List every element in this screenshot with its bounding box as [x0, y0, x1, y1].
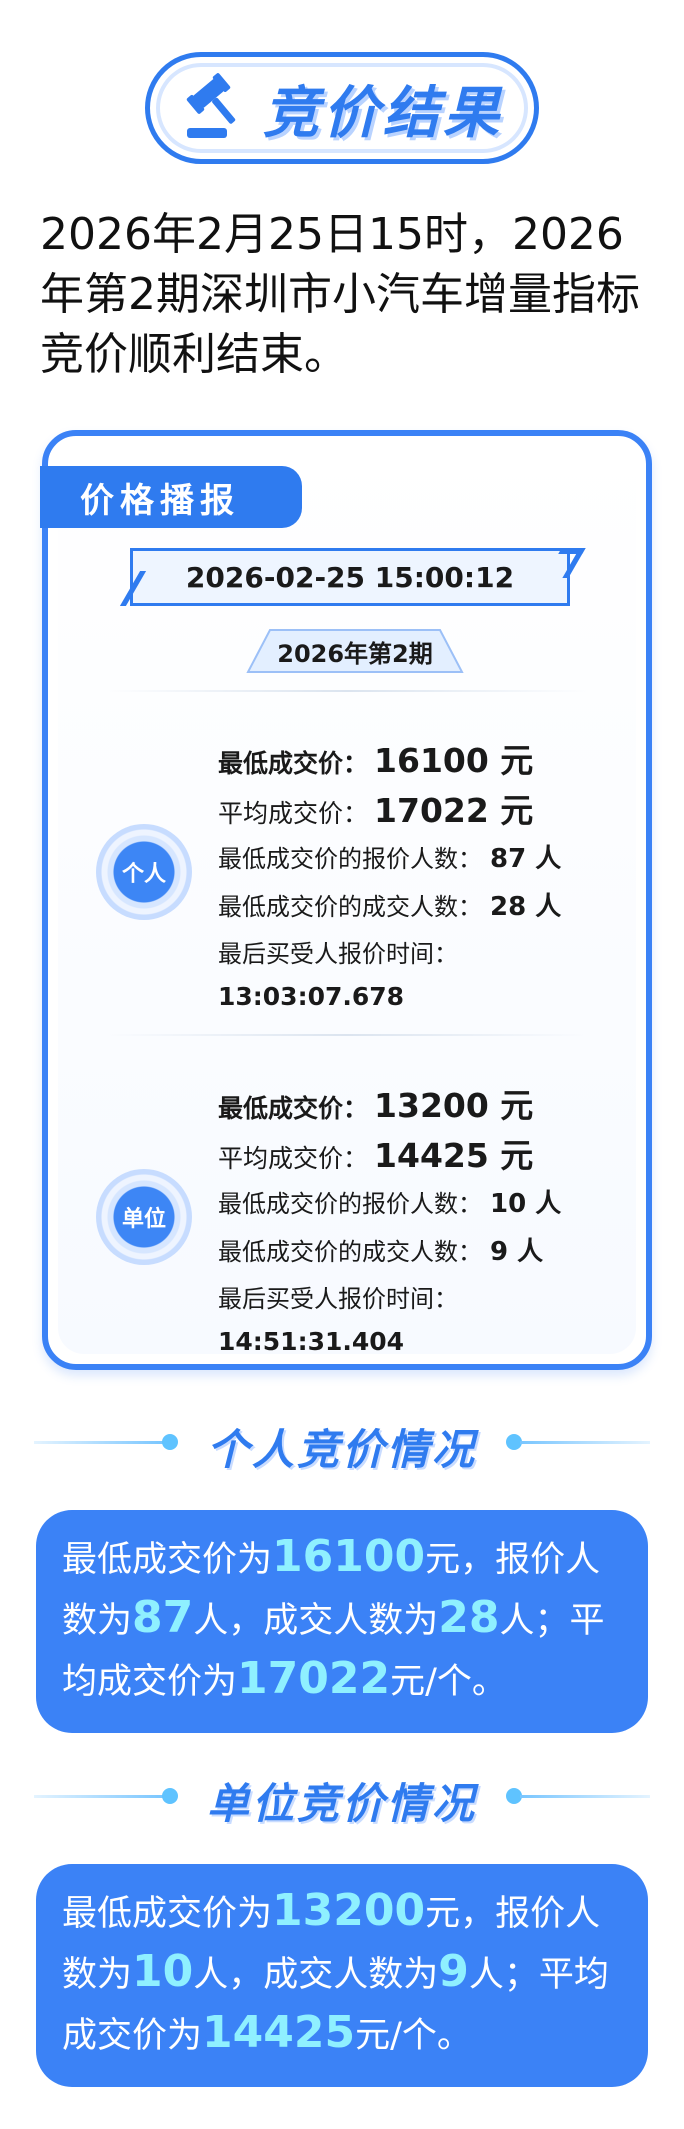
period-text: 2026年第2期: [277, 639, 433, 668]
header-line-right: [520, 1441, 650, 1444]
divider: [108, 690, 586, 692]
personal-average-price: 平均成交价： 17022 元: [218, 784, 533, 832]
company-summary-box: 最低成交价为13200元，报价人数为10人，成交人数为9人；平均成交价为1442…: [36, 1864, 648, 2087]
summary-highlight: 87: [132, 1592, 194, 1643]
company-section-header: 单位竞价情况: [0, 1766, 684, 1828]
summary-text: 人，成交人数为: [193, 1601, 439, 1641]
summary-highlight: 14425: [202, 2007, 356, 2058]
personal-last-time-label: 最后买受人报价时间：: [218, 940, 458, 968]
value: 14425 元: [374, 1136, 534, 1175]
summary-text: 最低成交价为: [62, 1540, 273, 1580]
personal-summary-box: 最低成交价为16100元，报价人数为87人，成交人数为28人；平均成交价为170…: [36, 1510, 648, 1733]
summary-highlight: 13200: [272, 1885, 426, 1936]
personal-bid-count: 最低成交价的报价人数： 87 人: [218, 838, 561, 875]
label: 平均成交价：: [218, 799, 369, 828]
value: 17022 元: [374, 791, 534, 830]
label: 最低成交价的成交人数：: [218, 893, 482, 921]
datetime-text: 2026-02-25 15:00:12: [185, 560, 515, 594]
company-average-price: 平均成交价： 14425 元: [218, 1129, 533, 1177]
summary-text: 元/个。: [390, 1662, 507, 1702]
value: 13200 元: [374, 1086, 534, 1125]
company-bid-count: 最低成交价的报价人数： 10 人: [218, 1183, 561, 1220]
intro-paragraph: 2026年2月25日15时，2026年第2期深圳市小汽车增量指标竞价顺利结束。: [40, 209, 640, 380]
value: 28 人: [490, 892, 562, 922]
datetime-box: 2026-02-25 15:00:12: [119, 548, 586, 606]
value: 87 人: [490, 844, 562, 874]
company-section-title: 单位竞价情况: [206, 1779, 477, 1828]
personal-deal-count: 最低成交价的成交人数： 28 人: [218, 886, 561, 923]
summary-highlight: 10: [132, 1946, 194, 1997]
title-banner: 竞价结果: [145, 52, 539, 164]
value: 10 人: [490, 1189, 562, 1219]
label: 最低成交价：: [218, 749, 369, 778]
personal-section-header: 个人竞价情况: [0, 1412, 684, 1474]
price-card-tab: 价格播报: [40, 466, 302, 528]
value: 16100 元: [374, 741, 534, 780]
personal-block: 个人 最低成交价： 16100 元 平均成交价： 17022 元 最低成交价的报价人…: [48, 706, 646, 1026]
personal-section-title: 个人竞价情况: [206, 1425, 477, 1474]
summary-highlight: 9: [438, 1946, 469, 1997]
personal-lowest-price: 最低成交价： 16100 元: [218, 734, 533, 782]
summary-text: 元/个。: [355, 2016, 472, 2056]
summary-highlight: 28: [438, 1592, 500, 1643]
page-title: 竞价结果: [263, 80, 503, 146]
company-block: 单位 最低成交价： 13200 元 平均成交价： 14425 元 最低成交价的报价人…: [48, 1051, 646, 1371]
company-last-time-value: 14:51:31.404: [218, 1327, 405, 1356]
price-card: 价格播报 2026-02-25 15:00:12 2026年第2期 个人 最低成…: [40, 430, 652, 1371]
personal-last-time-value: 13:03:07.678: [218, 982, 405, 1011]
divider: [108, 1034, 586, 1036]
company-last-time-label: 最后买受人报价时间：: [218, 1285, 458, 1313]
company-deal-count: 最低成交价的成交人数： 9 人: [218, 1231, 543, 1268]
summary-text: 最低成交价为: [62, 1894, 273, 1934]
label: 最低成交价的报价人数：: [218, 845, 482, 873]
personal-badge: 个人: [96, 824, 192, 920]
summary-highlight: 17022: [237, 1653, 391, 1704]
summary-highlight: 16100: [272, 1531, 426, 1582]
summary-text: 人，成交人数为: [193, 1955, 439, 1995]
label: 最低成交价：: [218, 1094, 369, 1123]
company-badge: 单位: [96, 1169, 192, 1265]
gavel-icon: [186, 73, 236, 138]
period-tag: 2026年第2期: [246, 628, 464, 674]
company-lowest-price: 最低成交价： 13200 元: [218, 1079, 533, 1127]
label: 最低成交价的报价人数：: [218, 1190, 482, 1218]
value: 9 人: [490, 1237, 544, 1267]
label: 平均成交价：: [218, 1144, 369, 1173]
header-line-right: [520, 1795, 650, 1798]
label: 最低成交价的成交人数：: [218, 1238, 482, 1266]
